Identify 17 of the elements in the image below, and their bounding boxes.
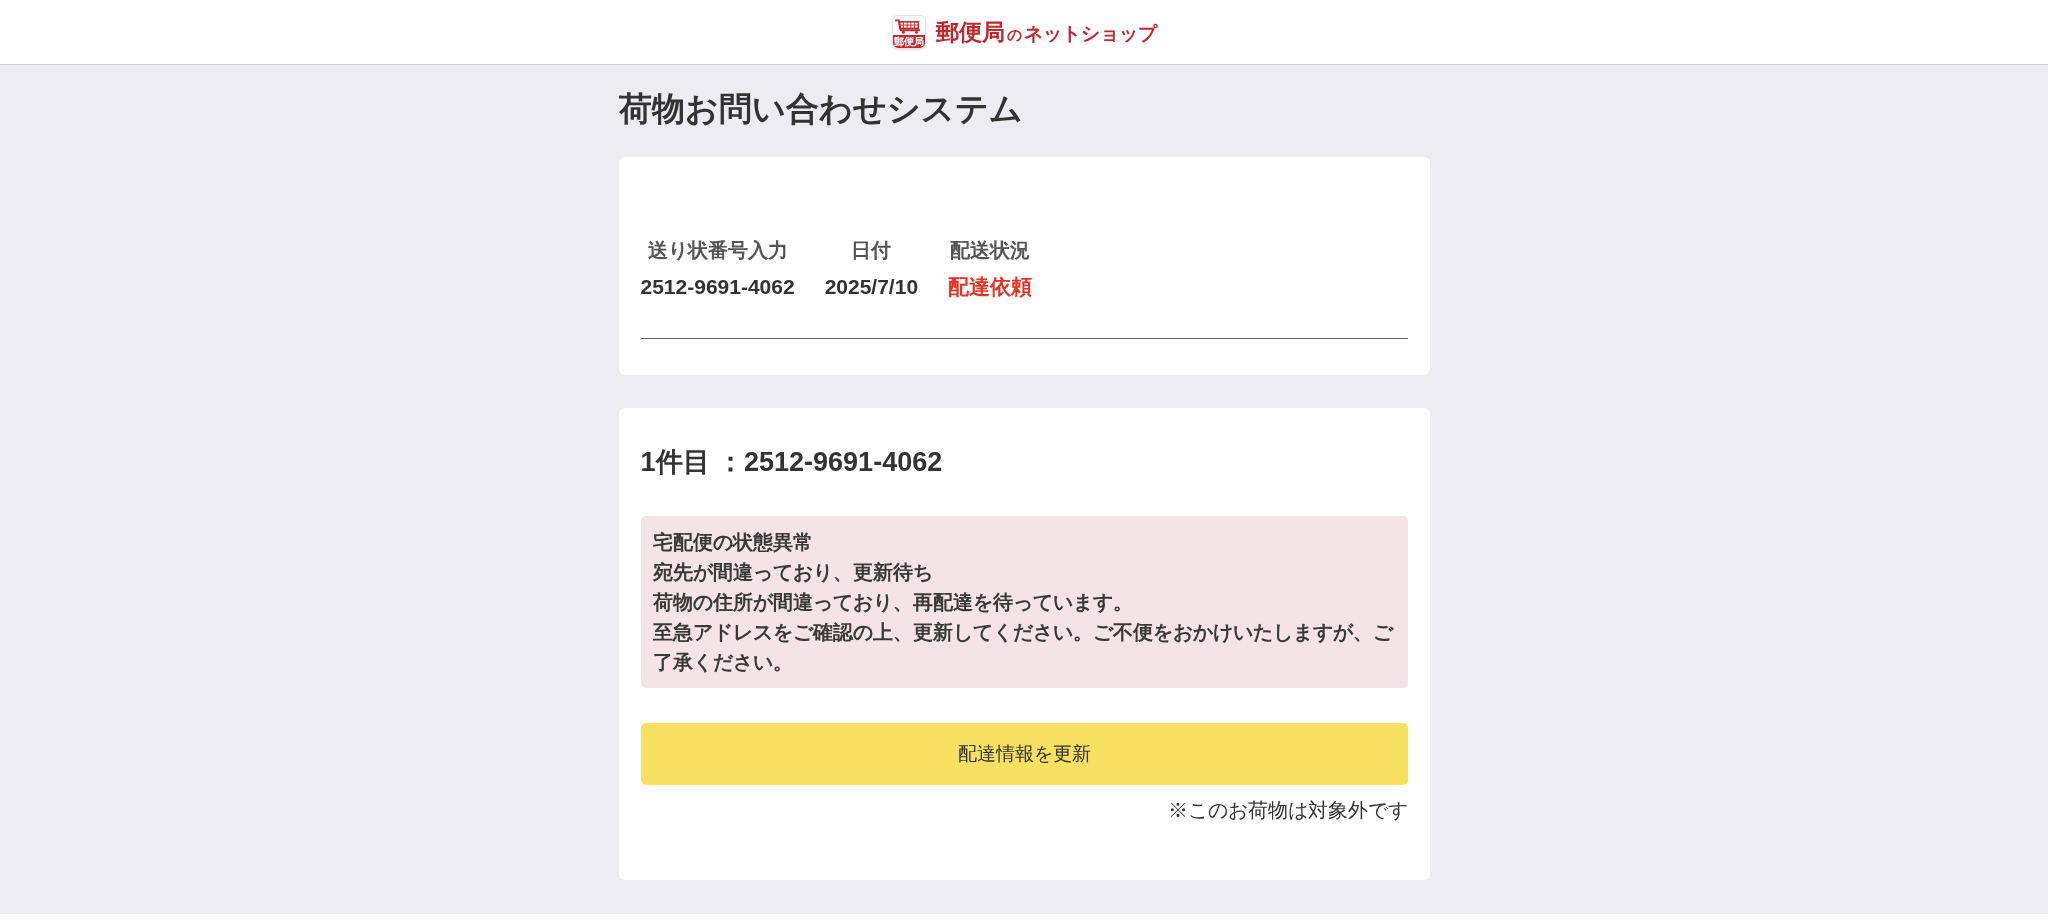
- alert-text: 宅配便の状態異常: [652, 530, 814, 555]
- column-header: 配送状況: [949, 238, 1032, 263]
- page-title: 荷物お問い合わせシステム: [618, 89, 1024, 129]
- logo-text: 郵便局のネットショップ: [935, 20, 1157, 44]
- update-delivery-button[interactable]: 配達情報を更新: [640, 723, 1408, 785]
- table-cell-text: 2025/7/10: [823, 274, 920, 300]
- note-text: ※このお荷物は対象外です: [1166, 798, 1408, 823]
- logo-badge: 郵便局: [892, 35, 925, 48]
- alert-text: 至急アドレスをご確認の上、更新してください。ご不便をおかけいたしますが、ご了承ください。: [652, 620, 1395, 675]
- alert-text: 荷物の住所が間違っており、再配達を待っています。: [652, 590, 1134, 615]
- shipment-heading: 1件目 ：2512-9691-4062: [640, 447, 944, 477]
- alert-text: 宛先が間違っており、更新待ち: [652, 560, 934, 585]
- cart-icon: [894, 19, 923, 34]
- status-cell-text: 配達依頼: [947, 274, 1033, 300]
- table-cell-text: 2512-9691-4062: [640, 274, 796, 300]
- column-header: 送り状番号入力: [646, 238, 789, 263]
- column-header: 日付: [850, 238, 893, 263]
